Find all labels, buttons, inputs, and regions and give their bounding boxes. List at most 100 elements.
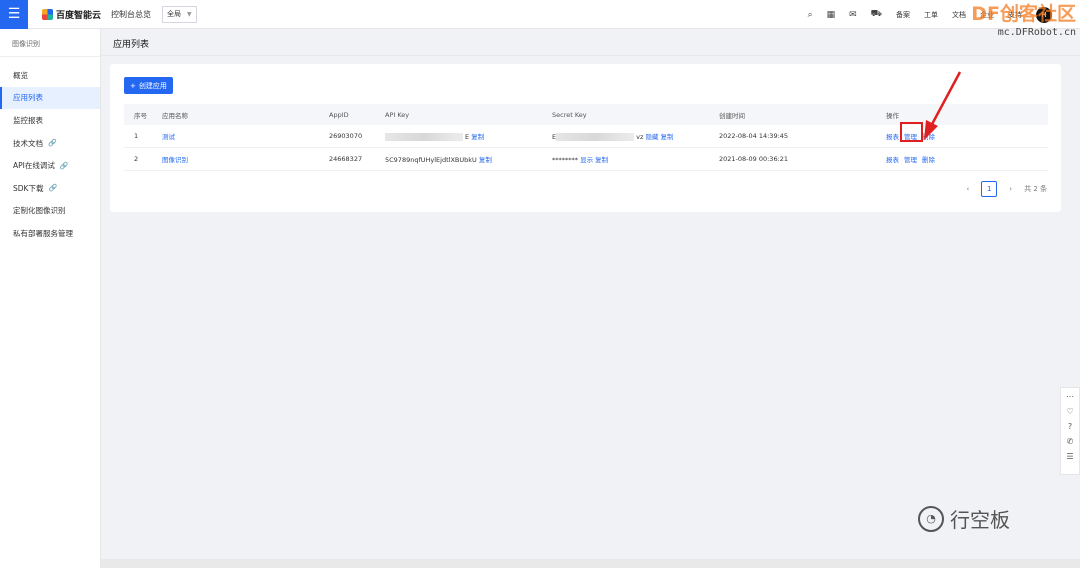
sidebar-item-docs[interactable]: 技术文档 🔗 [0,132,100,155]
api-key-value: 5C9789nqfUHylEjdtlXBUbkU [385,156,477,164]
heart-icon[interactable]: ♡ [1066,407,1073,416]
sidebar-item-label: SDK下载 [13,183,44,193]
pagination: ‹ 1 › 共 2 条 [966,181,1047,197]
header-index: 序号 [134,111,147,120]
sidebar-item-private[interactable]: 私有部署服务管理 [0,222,100,245]
message-icon[interactable]: ✉ [849,10,857,20]
sidebar-item-custom[interactable]: 定制化图像识别 [0,200,100,223]
list-icon[interactable]: ☰ [1066,452,1073,461]
created-time: 2021-08-09 00:36:21 [719,155,789,163]
copy-api-key-button[interactable]: 复制 [479,156,492,164]
sidebar-item-api-debug[interactable]: API在线调试 🔗 [0,154,100,177]
prev-page-button[interactable]: ‹ [966,185,969,193]
total-count: 共 2 条 [1024,185,1047,193]
sidebar-item-label: API在线调试 [13,161,55,171]
secret-key-cell: ******** 显示 复制 [552,154,719,164]
sidebar-item-label: 应用列表 [13,93,43,103]
copy-secret-button[interactable]: 复制 [595,156,608,164]
copy-secret-button[interactable]: 复制 [661,133,674,141]
report-button[interactable]: 报表 [886,131,899,141]
nav-item-docs[interactable]: 文档 [952,10,966,20]
sidebar-item-label: 概览 [13,70,28,80]
hide-secret-button[interactable]: 隐藏 [645,133,658,141]
app-list-card: + 创建应用 序号 应用名称 AppID API Key Secret Key … [110,64,1061,212]
app-id: 26903070 [329,132,363,140]
create-app-button[interactable]: + 创建应用 [124,77,173,94]
delete-button[interactable]: 删除 [922,154,935,164]
nav-item-ticket[interactable]: 工单 [924,10,938,20]
sidebar-item-overview[interactable]: 概览 [0,64,100,87]
search-icon[interactable]: ⌕ [808,10,813,20]
logo-text: 百度智能云 [56,10,102,21]
row-index: 2 [134,155,139,163]
menu-icon[interactable]: ☰ [0,0,28,29]
cart-icon[interactable]: ⛟ [871,9,882,20]
header-created: 创建时间 [719,111,745,120]
grid-icon[interactable]: ▦ [827,10,836,20]
header-api-key: API Key [385,110,410,119]
row-actions: 报表 管理 删除 [886,154,1048,164]
watermark-url: mc.DFRobot.cn [997,27,1076,38]
annotation-arrow-icon [924,71,962,140]
link-icon: 🔗 [48,184,58,193]
app-table: 序号 应用名称 AppID API Key Secret Key 创建时间 操作… [124,104,1048,171]
sidebar-item-label: 定制化图像识别 [13,206,66,216]
create-app-label: 创建应用 [138,81,167,90]
secret-key-cell: Evz 隐藏 复制 [552,131,719,141]
nav-item-filing[interactable]: 备案 [896,10,910,20]
help-icon[interactable]: ? [1068,422,1072,431]
api-key-cell: 5C9789nqfUHylEjdtlXBUbkU 复制 [385,154,552,164]
sidebar-item-label: 技术文档 [13,138,43,148]
logo-mark-icon [42,8,53,20]
sidebar-item-monitor[interactable]: 监控报表 [0,109,100,132]
app-name-link[interactable]: 测试 [162,131,329,141]
region-select[interactable]: 全局 ▼ [162,5,197,23]
sidebar-title: 图像识别 [0,29,100,57]
watermark-bottom-text: 行空板 [950,508,1010,532]
floating-toolbar: ⋯ ♡ ? ✆ ☰ [1060,387,1080,475]
page-number-1[interactable]: 1 [981,181,998,197]
show-secret-button[interactable]: 显示 [580,156,593,164]
manage-button[interactable]: 管理 [904,154,917,164]
console-link[interactable]: 控制台总览 [111,9,151,20]
wechat-icon: ◔ [918,505,944,532]
created-time: 2022-08-04 14:39:45 [719,132,789,140]
link-icon: 🔗 [48,139,57,148]
next-page-button[interactable]: › [1009,185,1012,193]
plus-icon: + [130,81,136,90]
redacted-block [385,133,463,141]
phone-icon[interactable]: ✆ [1067,437,1074,446]
manage-button[interactable]: 管理 [900,122,923,142]
chevron-down-icon: ▼ [187,10,192,18]
header-name: 应用名称 [162,111,188,120]
redacted-block [556,133,635,141]
secret-key-suffix: vz [636,133,644,141]
horizontal-scrollbar[interactable] [101,559,1080,568]
header-divider [101,55,1080,56]
app-name-link[interactable]: 图像识别 [162,154,329,164]
table-row: 1 测试 26903070 E 复制 Evz 隐藏 复制 2022-08-04 … [124,122,1048,148]
copy-api-key-button[interactable]: 复制 [471,133,484,141]
header-secret-key: Secret Key [552,110,587,119]
header-appid: AppID [329,110,349,119]
api-key-cell: E 复制 [385,131,552,141]
region-value: 全局 [167,10,182,18]
sidebar-item-label: 私有部署服务管理 [13,228,73,238]
sidebar-item-app-list[interactable]: 应用列表 [0,86,100,110]
sidebar-item-sdk[interactable]: SDK下载 🔗 [0,177,100,200]
watermark-title: DF创客社区 [971,3,1076,25]
logo[interactable]: 百度智能云 [42,8,101,21]
api-key-value: E [465,133,470,141]
report-button[interactable]: 报表 [886,154,899,164]
table-row: 2 图像识别 24668327 5C9789nqfUHylEjdtlXBUbkU… [124,148,1048,171]
drag-handle-icon[interactable]: ⋯ [1066,392,1074,401]
top-bar: ☰ 百度智能云 控制台总览 全局 ▼ ⌕ ▦ ✉ ⛟ 备案 工单 文档 企业 支… [0,0,1080,29]
sidebar: 图像识别 概览 应用列表 监控报表 技术文档 🔗 API在线调试 🔗 SDK下载 🔗 … [0,29,101,568]
sidebar-item-label: 监控报表 [13,115,43,125]
secret-key-value: ******** [552,156,578,164]
row-index: 1 [134,132,139,140]
app-id: 24668327 [329,155,363,163]
page-title: 应用列表 [113,40,150,50]
watermark-dfrobot: DF创客社区 mc.DFRobot.cn [971,3,1076,38]
watermark-wechat: ◔ 行空板 [918,504,1010,533]
